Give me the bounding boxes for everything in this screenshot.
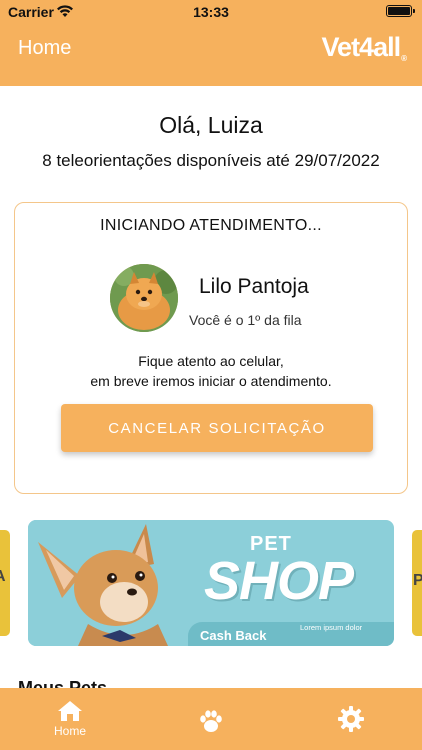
greeting: Olá, Luiza xyxy=(159,112,263,138)
tab-bar: Home xyxy=(0,688,422,750)
tab-pets[interactable] xyxy=(171,688,251,750)
banner-lorem-text: Lorem ipsum dolor xyxy=(300,623,363,632)
pet-avatar xyxy=(110,264,178,332)
tab-settings[interactable] xyxy=(311,688,391,750)
cancel-request-button[interactable]: CANCELAR SOLICITAÇÃO xyxy=(61,404,373,452)
tab-home[interactable]: Home xyxy=(30,688,110,750)
availability-text: 8 teleorientações disponíveis até 29/07/… xyxy=(42,151,380,170)
pet-name: Lilo Pantoja xyxy=(199,275,309,298)
clock: 13:33 xyxy=(193,4,229,20)
attendance-card: INICIANDO ATENDIMENTO... Lilo Pantoja Vo… xyxy=(14,202,408,494)
banner-shop-text: SHOP xyxy=(204,551,354,611)
pet-shop-banner[interactable]: PET SHOP Cash Back Lorem ipsum dolor xyxy=(28,520,394,646)
home-icon xyxy=(58,701,82,721)
banner-next-peek[interactable]: P xyxy=(412,530,422,636)
message-line-1: Fique atento ao celular, xyxy=(138,353,284,369)
queue-position: Você é o 1º da fila xyxy=(189,312,302,328)
attendance-message: Fique atento ao celular, em breve iremos… xyxy=(15,351,407,391)
attendance-heading: INICIANDO ATENDIMENTO... xyxy=(100,217,322,234)
gear-icon xyxy=(338,706,364,732)
banner-cashback-text: Cash Back xyxy=(200,628,267,643)
banner-prev-peek[interactable]: A xyxy=(0,530,10,636)
chihuahua-image xyxy=(28,520,178,646)
status-bar: Carrier 13:33 xyxy=(0,0,422,24)
vet4all-logo: Vet4all® xyxy=(321,32,407,63)
battery-icon xyxy=(386,5,415,17)
message-line-2: em breve iremos iniciar o atendimento. xyxy=(90,373,332,389)
pomeranian-photo xyxy=(110,264,178,332)
tab-home-label: Home xyxy=(53,724,86,738)
paw-icon xyxy=(200,710,222,732)
registered-mark: ® xyxy=(401,54,407,63)
logo-text: Vet4all xyxy=(321,32,402,62)
top-bar: Carrier 13:33 Home Vet4all® xyxy=(0,0,422,86)
page-title: Home xyxy=(18,37,72,59)
